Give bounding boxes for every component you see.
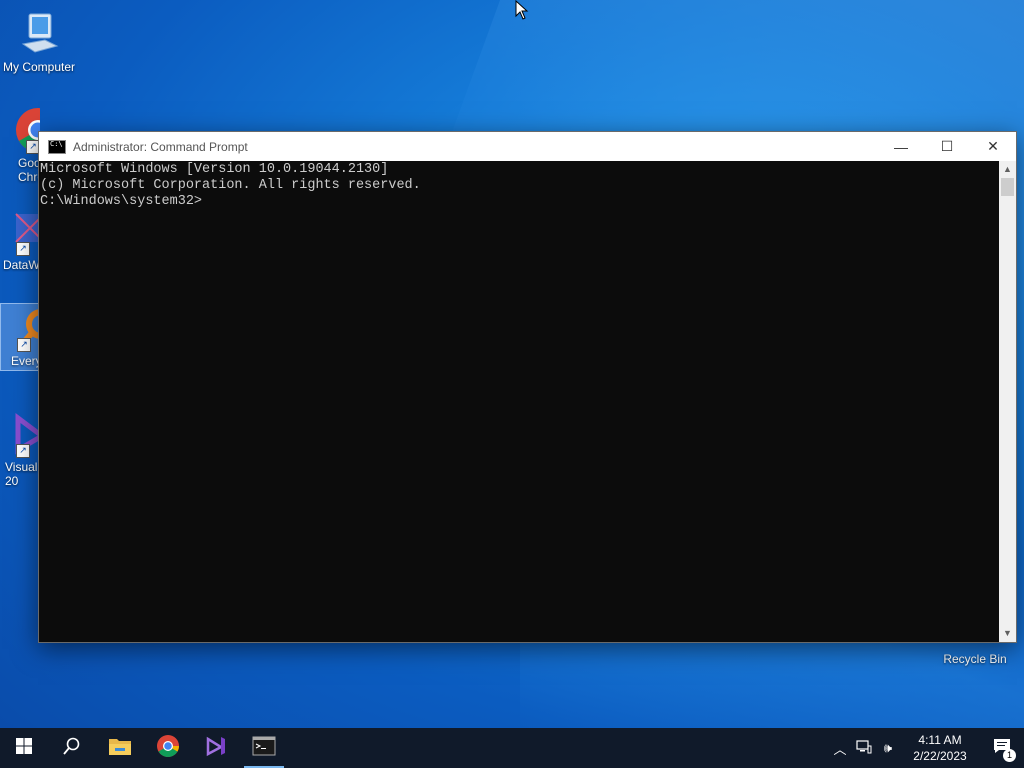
desktop-icon-visual-studio[interactable]: ↗ Visual 20 <box>0 410 40 488</box>
mouse-cursor-icon <box>515 0 529 25</box>
search-icon <box>63 737 81 760</box>
datawrangler-icon: ↗ <box>6 208 40 256</box>
console-prompt: C:\Windows\system32> <box>40 194 203 209</box>
taskbar-file-explorer[interactable] <box>96 728 144 768</box>
clock-date: 2/22/2023 <box>913 749 967 763</box>
minimize-button[interactable]: — <box>878 132 924 161</box>
taskbar-command-prompt[interactable] <box>240 728 288 768</box>
desktop-icon-datawrangler[interactable]: ↗ DataW <box>0 208 40 272</box>
everything-search-icon: ↗ <box>11 304 39 352</box>
chrome-icon: ↗ <box>14 106 40 154</box>
command-prompt-window[interactable]: Administrator: Command Prompt — ☐ ✕ Micr… <box>38 131 1017 643</box>
system-tray: ︿ 🕪 4:11 AM 2/22/2023 1 <box>828 728 1024 768</box>
taskbar-visual-studio[interactable] <box>192 728 240 768</box>
taskbar-clock[interactable]: 4:11 AM 2/22/2023 <box>900 732 980 764</box>
command-prompt-icon <box>252 736 276 761</box>
chrome-icon <box>156 734 180 763</box>
shortcut-arrow-icon: ↗ <box>16 242 30 256</box>
window-title: Administrator: Command Prompt <box>73 139 248 154</box>
taskbar-chrome[interactable] <box>144 728 192 768</box>
scroll-up-icon[interactable]: ▲ <box>999 161 1016 178</box>
file-explorer-icon <box>108 736 132 761</box>
shortcut-arrow-icon: ↗ <box>16 444 30 458</box>
desktop-icon-label: Recycle Bin <box>943 652 1007 666</box>
taskbar: ︿ 🕪 4:11 AM 2/22/2023 1 <box>0 728 1024 768</box>
shortcut-arrow-icon: ↗ <box>17 338 31 352</box>
scrollbar-thumb[interactable] <box>1001 178 1014 196</box>
desktop-icon-my-computer[interactable]: My Computer <box>1 10 77 74</box>
desktop-icon-label: Goo Chro <box>18 156 40 184</box>
windows-logo-icon <box>16 737 32 759</box>
desktop-icon-google-chrome[interactable]: ↗ Goo Chro <box>0 106 40 184</box>
scroll-down-icon[interactable]: ▼ <box>999 625 1016 642</box>
volume-icon[interactable]: 🕪 <box>876 740 900 756</box>
network-icon[interactable] <box>852 739 876 757</box>
maximize-button[interactable]: ☐ <box>924 132 970 161</box>
desktop-icon-everything[interactable]: ↗ Every <box>0 303 40 371</box>
console-output[interactable]: Microsoft Windows [Version 10.0.19044.21… <box>39 161 999 642</box>
desktop-icon-label: Every <box>11 354 40 368</box>
close-button[interactable]: ✕ <box>970 132 1016 161</box>
console-line: (c) Microsoft Corporation. All rights re… <box>40 178 421 193</box>
visual-studio-icon <box>204 734 228 763</box>
desktop-icon-label: My Computer <box>2 60 76 74</box>
command-prompt-icon <box>48 139 66 154</box>
chevron-up-icon[interactable]: ︿ <box>828 739 852 758</box>
clock-time: 4:11 AM <box>918 733 962 747</box>
desktop-icon-label: Visual 20 <box>5 460 38 488</box>
search-button[interactable] <box>48 728 96 768</box>
desktop-icon-label: DataW <box>3 258 40 272</box>
computer-icon <box>15 10 63 58</box>
console-line: Microsoft Windows [Version 10.0.19044.21… <box>40 162 389 177</box>
window-titlebar[interactable]: Administrator: Command Prompt — ☐ ✕ <box>39 132 1016 161</box>
start-button[interactable] <box>0 728 48 768</box>
visual-studio-icon: ↗ <box>8 410 40 458</box>
action-center-button[interactable]: 1 <box>980 728 1024 768</box>
vertical-scrollbar[interactable]: ▲ ▼ <box>999 161 1016 642</box>
notification-count-badge: 1 <box>1003 749 1016 762</box>
